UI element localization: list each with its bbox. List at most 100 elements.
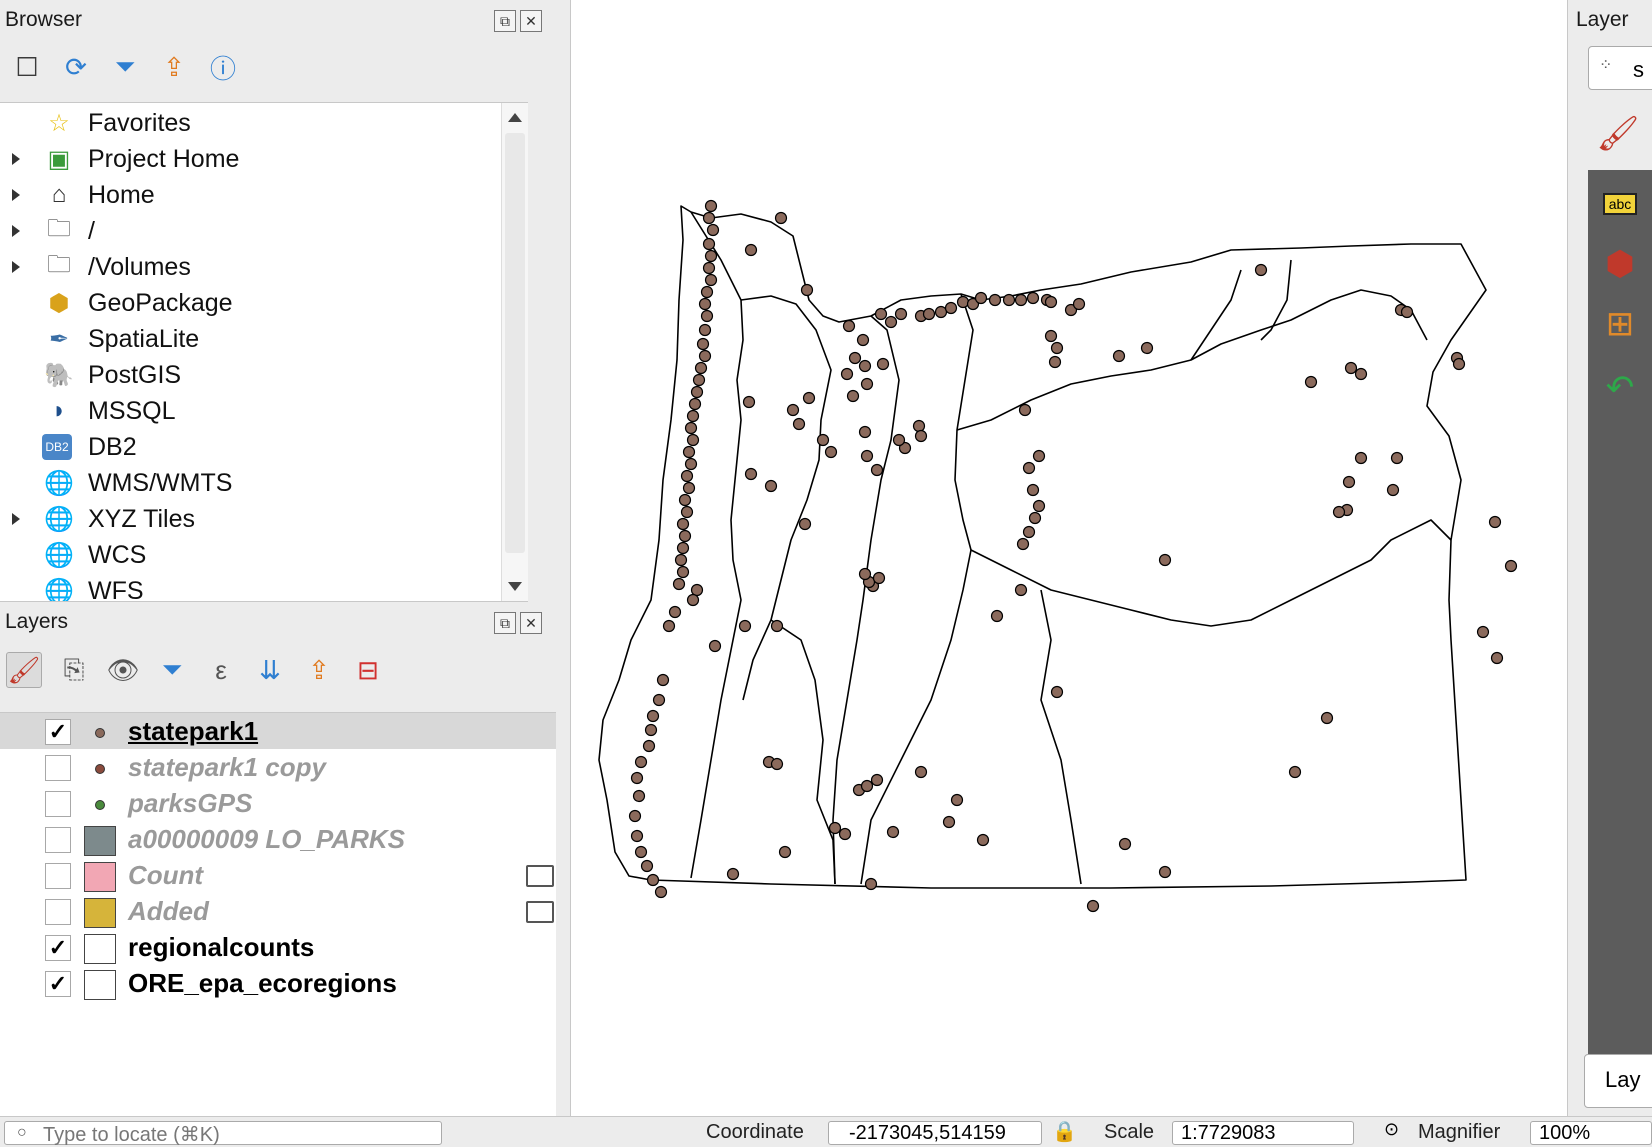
park-point bbox=[976, 833, 990, 847]
bottom-tab[interactable]: Lay bbox=[1584, 1054, 1652, 1108]
browser-scrollbar[interactable] bbox=[501, 103, 528, 601]
expand-all-icon[interactable]: ⇊ bbox=[253, 653, 287, 687]
float-panel-button[interactable]: ⧉ bbox=[494, 10, 516, 32]
coordinate-label: Coordinate bbox=[706, 1121, 804, 1143]
collapse-all-icon[interactable]: ⇪ bbox=[157, 50, 191, 84]
filter-legend-icon[interactable]: ⏷ bbox=[155, 653, 189, 687]
browser-item[interactable]: ⬢ GeoPackage bbox=[0, 285, 520, 321]
park-point bbox=[1354, 451, 1368, 465]
add-group-icon[interactable]: ⎘ bbox=[57, 653, 91, 687]
park-point bbox=[892, 433, 906, 447]
layer-visibility-checkbox[interactable]: ✓ bbox=[45, 935, 71, 961]
park-point bbox=[630, 829, 644, 843]
browser-tree[interactable]: ☆ Favorites ▣ Project Home ⌂ Home 🗀 / 🗀/Volumes ⬢… bbox=[0, 102, 528, 602]
lock-icon[interactable]: 🔒 bbox=[1052, 1119, 1077, 1144]
layer-row[interactable]: ✓ statepark1 bbox=[0, 713, 556, 749]
expand-arrow-icon[interactable] bbox=[12, 225, 20, 237]
filter-by-expression-icon[interactable]: ε bbox=[204, 653, 238, 687]
scroll-down-arrow-icon[interactable] bbox=[508, 582, 522, 591]
browser-item[interactable]: 🌐 WMS/WMTS bbox=[0, 465, 520, 501]
browser-item[interactable]: 🌐 XYZ Tiles bbox=[0, 501, 520, 537]
layer-visibility-checkbox[interactable]: ✓ bbox=[45, 719, 71, 745]
expand-arrow-icon[interactable] bbox=[12, 513, 20, 525]
layer-styling-icon[interactable]: 🖌 bbox=[6, 652, 42, 688]
scale-field[interactable]: 1:7729083 bbox=[1172, 1121, 1354, 1145]
layer-visibility-checkbox[interactable] bbox=[45, 899, 71, 925]
fill-symbol-icon bbox=[84, 862, 116, 892]
park-point bbox=[1400, 305, 1414, 319]
browser-item[interactable]: 🐘 PostGIS bbox=[0, 357, 520, 393]
park-point bbox=[1016, 537, 1030, 551]
browser-item[interactable]: ▣ Project Home bbox=[0, 141, 520, 177]
expand-arrow-icon[interactable] bbox=[12, 153, 20, 165]
filter-icon[interactable]: ⏷ bbox=[108, 50, 142, 84]
layer-row[interactable]: ✓ ORE_epa_ecoregions bbox=[0, 965, 556, 1001]
info-icon[interactable]: ⓘ bbox=[206, 50, 240, 84]
park-point bbox=[842, 319, 856, 333]
browser-item[interactable]: ⌂ Home bbox=[0, 177, 520, 213]
park-point bbox=[700, 285, 714, 299]
undo-redo-icon[interactable]: ↶ bbox=[1596, 364, 1644, 412]
layer-row[interactable]: ✓ regionalcounts bbox=[0, 929, 556, 965]
browser-item[interactable]: 🗀 /Volumes bbox=[0, 249, 520, 285]
layer-visibility-checkbox[interactable] bbox=[45, 863, 71, 889]
manage-visibility-icon[interactable]: 👁 bbox=[106, 653, 140, 687]
folder-icon: 🗀 bbox=[47, 214, 71, 242]
collapse-all-icon[interactable]: ⇪ bbox=[302, 653, 336, 687]
close-panel-button[interactable]: ✕ bbox=[520, 612, 542, 634]
label-abc-icon[interactable]: abc bbox=[1596, 180, 1644, 228]
symbol-selector-button[interactable]: ⁘ s bbox=[1588, 46, 1652, 90]
park-point bbox=[846, 389, 860, 403]
browser-item[interactable]: ◗ MSSQL bbox=[0, 393, 520, 429]
magnifier-icon: ⊙ bbox=[1384, 1119, 1400, 1139]
diagram-icon[interactable]: ⊞ bbox=[1596, 300, 1644, 348]
browser-item[interactable]: 🗀 / bbox=[0, 213, 520, 249]
browser-item-label: Favorites bbox=[88, 108, 191, 137]
browser-item[interactable]: 🌐 WFS bbox=[0, 573, 520, 602]
browser-item[interactable]: 🌐 WCS bbox=[0, 537, 520, 573]
magnifier-field[interactable]: 100% bbox=[1530, 1121, 1652, 1145]
layer-row[interactable]: parksGPS bbox=[0, 785, 556, 821]
map-canvas[interactable] bbox=[570, 0, 1568, 1116]
park-point bbox=[684, 457, 698, 471]
layer-row[interactable]: a00000009 LO_PARKS bbox=[0, 821, 556, 857]
3d-cube-icon[interactable]: ⬢ bbox=[1596, 240, 1644, 288]
park-point bbox=[632, 789, 646, 803]
park-point bbox=[630, 771, 644, 785]
park-point bbox=[944, 301, 958, 315]
expand-arrow-icon[interactable] bbox=[12, 261, 20, 273]
paintbrush-icon[interactable]: 🖌 bbox=[1594, 110, 1642, 158]
scroll-thumb[interactable] bbox=[505, 133, 525, 553]
park-point bbox=[1044, 329, 1058, 343]
browser-item[interactable]: ☆ Favorites bbox=[0, 105, 520, 141]
layer-visibility-checkbox[interactable] bbox=[45, 791, 71, 817]
layer-visibility-checkbox[interactable] bbox=[45, 755, 71, 781]
browser-item[interactable]: ✒ SpatiaLite bbox=[0, 321, 520, 357]
ecoregion-boundary bbox=[1040, 589, 1082, 885]
park-point bbox=[990, 609, 1004, 623]
layer-visibility-checkbox[interactable]: ✓ bbox=[45, 971, 71, 997]
oregon-map[interactable] bbox=[571, 0, 1567, 1116]
layer-name: ORE_epa_ecoregions bbox=[128, 968, 397, 998]
close-panel-button[interactable]: ✕ bbox=[520, 10, 542, 32]
remove-layer-icon[interactable]: ⊟ bbox=[351, 653, 385, 687]
float-panel-button[interactable]: ⧉ bbox=[494, 612, 516, 634]
layers-tree[interactable]: ✓ statepark1 statepark1 copy parksGPS a00000… bbox=[0, 712, 556, 1117]
fill-symbol-icon bbox=[84, 970, 116, 1000]
layer-visibility-checkbox[interactable] bbox=[45, 827, 71, 853]
park-point bbox=[682, 481, 696, 495]
layer-row[interactable]: Added bbox=[0, 893, 556, 929]
scroll-up-arrow-icon[interactable] bbox=[508, 113, 522, 122]
park-point bbox=[914, 429, 928, 443]
add-selected-layers-icon[interactable]: ☐ bbox=[10, 50, 44, 84]
browser-item[interactable]: DB2 DB2 bbox=[0, 429, 520, 465]
layer-row[interactable]: statepark1 copy bbox=[0, 749, 556, 785]
expand-arrow-icon[interactable] bbox=[12, 189, 20, 201]
park-point bbox=[704, 249, 718, 263]
refresh-icon[interactable]: ⟳ bbox=[59, 50, 93, 84]
locator-search-field[interactable]: ○ Type to locate (⌘K) bbox=[4, 1121, 442, 1146]
coordinate-field[interactable]: -2173045,514159 bbox=[828, 1121, 1042, 1145]
layer-row[interactable]: Count bbox=[0, 857, 556, 893]
layer-name: statepark1 bbox=[128, 716, 259, 746]
park-point bbox=[652, 693, 666, 707]
